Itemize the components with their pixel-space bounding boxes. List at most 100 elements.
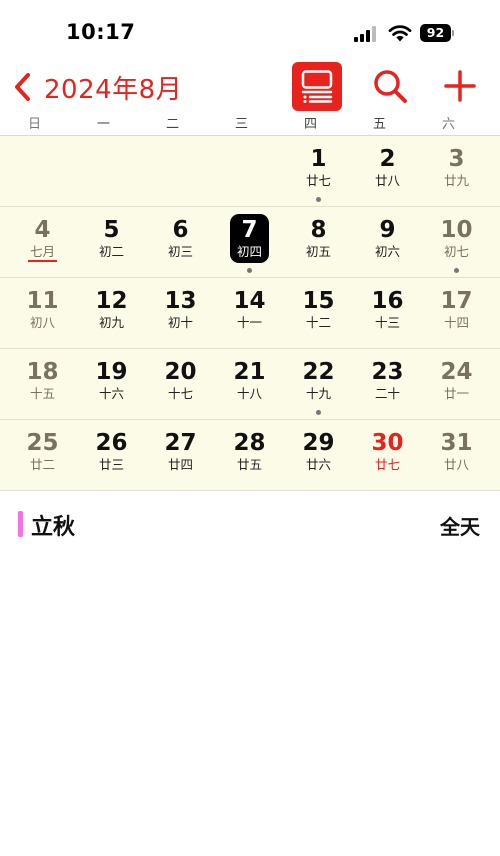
battery-level: 92 (420, 24, 451, 42)
event-title: 立秋 (31, 515, 76, 540)
lunar-date: 十八 (236, 386, 262, 401)
day-number: 12 (95, 288, 128, 314)
empty-day-cell (8, 136, 77, 206)
event-time: 全天 (440, 515, 480, 539)
day-number: 7 (241, 217, 258, 243)
week-row: 11 初八 12 初九 13 初十 14 十一 15 十二 16 十三 17 十四 (0, 278, 500, 349)
week-row: 4 七月 5 初二 6 初三 7 初四 8 初五 9 初六 10 初七 (0, 207, 500, 278)
day-cell[interactable]: 21 十八 (215, 349, 284, 419)
lunar-date: 廿七 (305, 173, 331, 188)
lunar-date: 廿六 (305, 457, 331, 472)
day-cell[interactable]: 22 十九 (284, 349, 353, 419)
day-cell[interactable]: 7 初四 (215, 207, 284, 277)
lunar-date: 廿一 (443, 386, 469, 401)
lunar-date: 初二 (98, 244, 124, 259)
day-cell[interactable]: 16 十三 (353, 278, 422, 348)
week-row: 25 廿二 26 廿三 27 廿四 28 廿五 29 廿六 30 廿七 31 廿八 (0, 420, 500, 491)
day-cell[interactable]: 27 廿四 (146, 420, 215, 490)
weekday-label: 二 (165, 117, 179, 132)
weekday-header: 日 一 二 三 四 五 六 (0, 113, 500, 135)
lunar-date: 初七 (443, 244, 469, 259)
day-cell[interactable]: 5 初二 (77, 207, 146, 277)
lunar-date: 十七 (167, 386, 193, 401)
day-cell[interactable]: 30 廿七 (353, 420, 422, 490)
day-number: 1 (310, 146, 327, 172)
day-cell[interactable]: 28 廿五 (215, 420, 284, 490)
lunar-date: 初五 (305, 244, 331, 259)
day-number: 13 (164, 288, 197, 314)
day-cell[interactable]: 2 廿八 (353, 136, 422, 206)
lunar-date: 廿七 (374, 457, 400, 472)
day-cell[interactable]: 25 廿二 (8, 420, 77, 490)
day-number: 9 (379, 217, 396, 243)
lunar-date: 初九 (98, 315, 124, 330)
day-number: 15 (302, 288, 335, 314)
day-number: 20 (164, 359, 197, 385)
day-cell[interactable]: 15 十二 (284, 278, 353, 348)
day-cell[interactable]: 23 二十 (353, 349, 422, 419)
lunar-date: 廿五 (236, 457, 262, 472)
weekday-label: 六 (441, 117, 455, 132)
day-number: 31 (440, 430, 473, 456)
day-cell[interactable]: 14 十一 (215, 278, 284, 348)
day-cell[interactable]: 31 廿八 (422, 420, 491, 490)
list-view-icon (301, 70, 333, 103)
day-number: 4 (34, 217, 51, 243)
weekday-label: 一 (96, 117, 110, 132)
day-number: 22 (302, 359, 335, 385)
day-cell[interactable]: 1 廿七 (284, 136, 353, 206)
day-number: 25 (26, 430, 59, 456)
day-cell[interactable]: 29 廿六 (284, 420, 353, 490)
empty-day-cell (146, 136, 215, 206)
day-cell[interactable]: 24 廿一 (422, 349, 491, 419)
day-cell[interactable]: 8 初五 (284, 207, 353, 277)
lunar-date: 十九 (305, 386, 331, 401)
day-cell[interactable]: 13 初十 (146, 278, 215, 348)
month-grid: 1 廿七 2 廿八 3 廿九 4 七月 5 初二 6 初三 7 初四 8 初五 9 初六 10 初七 11 初八 12 初九 1… (0, 136, 500, 491)
lunar-date: 二十 (374, 386, 400, 401)
day-number: 28 (233, 430, 266, 456)
week-row: 1 廿七 2 廿八 3 廿九 (0, 136, 500, 207)
lunar-date: 廿二 (29, 457, 55, 472)
plus-icon (444, 70, 476, 102)
event-dot (316, 410, 321, 415)
day-cell[interactable]: 11 初八 (8, 278, 77, 348)
day-cell[interactable]: 6 初三 (146, 207, 215, 277)
day-cell[interactable]: 9 初六 (353, 207, 422, 277)
day-number: 29 (302, 430, 335, 456)
day-cell[interactable]: 26 廿三 (77, 420, 146, 490)
day-number: 19 (95, 359, 128, 385)
lunar-date: 十六 (98, 386, 124, 401)
lunar-date: 廿九 (443, 173, 469, 188)
day-cell[interactable]: 3 廿九 (422, 136, 491, 206)
day-cell[interactable]: 17 十四 (422, 278, 491, 348)
signal-icon (354, 26, 376, 42)
day-number: 26 (95, 430, 128, 456)
lunar-date: 初十 (167, 315, 193, 330)
list-view-button[interactable] (292, 62, 342, 111)
back-button[interactable]: 2024年8月 (12, 68, 182, 106)
day-number: 17 (440, 288, 473, 314)
day-cell[interactable]: 4 七月 (8, 207, 77, 277)
day-cell[interactable]: 20 十七 (146, 349, 215, 419)
search-button[interactable] (370, 66, 410, 106)
lunar-date: 廿八 (374, 173, 400, 188)
day-number: 2 (379, 146, 396, 172)
lunar-date: 十五 (29, 386, 55, 401)
day-number: 8 (310, 217, 327, 243)
day-cell[interactable]: 19 十六 (77, 349, 146, 419)
lunar-date: 初八 (29, 315, 55, 330)
day-cell[interactable]: 18 十五 (8, 349, 77, 419)
lunar-date: 十一 (236, 315, 262, 330)
lunar-date: 初四 (236, 244, 262, 259)
day-number: 11 (26, 288, 59, 314)
event-item[interactable]: 立秋 全天 (0, 506, 500, 542)
battery-tip (452, 30, 454, 36)
day-number: 21 (233, 359, 266, 385)
lunar-date: 十四 (443, 315, 469, 330)
day-cell[interactable]: 10 初七 (422, 207, 491, 277)
add-event-button[interactable] (440, 66, 480, 106)
day-cell[interactable]: 12 初九 (77, 278, 146, 348)
day-number: 10 (440, 217, 473, 243)
battery-icon: 92 (420, 24, 454, 42)
